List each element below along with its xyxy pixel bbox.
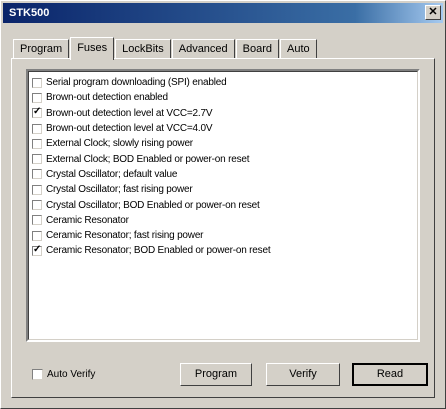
- close-button[interactable]: ✕: [425, 5, 441, 20]
- fuse-option[interactable]: Brown-out detection level at VCC=4.0V: [32, 121, 417, 136]
- fuse-option[interactable]: Crystal Oscillator; fast rising power: [32, 182, 417, 197]
- fuse-label: Crystal Oscillator; fast rising power: [46, 184, 193, 196]
- fuse-label: Brown-out detection level at VCC=2.7V: [46, 107, 213, 119]
- auto-verify-checkbox[interactable]: Auto Verify: [32, 369, 95, 380]
- fuse-option[interactable]: Brown-out detection enabled: [32, 90, 417, 105]
- fuse-option[interactable]: Crystal Oscillator; BOD Enabled or power…: [32, 197, 417, 212]
- fuse-option[interactable]: Crystal Oscillator; default value: [32, 167, 417, 182]
- auto-verify-label: Auto Verify: [47, 369, 96, 380]
- tab-lockbits[interactable]: LockBits: [115, 39, 171, 59]
- fuse-checkbox[interactable]: [32, 77, 42, 88]
- fuse-list-content: Serial program downloading (SPI) enabled…: [28, 71, 418, 340]
- verify-button[interactable]: Verify: [266, 363, 340, 386]
- fuse-label: Ceramic Resonator: [46, 214, 129, 226]
- fuse-label: External Clock; slowly rising power: [46, 138, 193, 150]
- tab-auto[interactable]: Auto: [280, 39, 317, 59]
- fuse-option[interactable]: External Clock; slowly rising power: [32, 136, 417, 151]
- fuse-list[interactable]: Serial program downloading (SPI) enabled…: [26, 69, 420, 342]
- window-title: STK500: [9, 7, 50, 19]
- program-button[interactable]: Program: [180, 363, 252, 386]
- stk500-window: STK500 ✕ Program Fuses LockBits Advanced Boa…: [0, 0, 446, 409]
- fuse-label: Brown-out detection level at VCC=4.0V: [46, 123, 213, 135]
- fuse-checkbox[interactable]: [32, 154, 42, 165]
- close-icon: ✕: [428, 6, 438, 18]
- fuse-option[interactable]: Ceramic Resonator; fast rising power: [32, 228, 417, 243]
- fuse-option[interactable]: Ceramic Resonator; BOD Enabled or power-…: [32, 243, 417, 258]
- fuse-checkbox[interactable]: [32, 106, 42, 119]
- tab-fuses[interactable]: Fuses: [70, 37, 115, 60]
- tab-strip: Program Fuses LockBits Advanced Board Auto: [13, 37, 318, 60]
- tab-advanced[interactable]: Advanced: [171, 39, 235, 59]
- title-bar: STK500 ✕: [3, 3, 443, 23]
- fuse-option[interactable]: Serial program downloading (SPI) enabled: [32, 75, 417, 90]
- fuse-label: Brown-out detection enabled: [46, 92, 168, 104]
- fuse-checkbox[interactable]: [32, 200, 42, 211]
- fuse-checkbox[interactable]: [32, 92, 42, 103]
- fuse-option[interactable]: Ceramic Resonator: [32, 213, 417, 228]
- fuses-panel: Serial program downloading (SPI) enabled…: [11, 58, 435, 398]
- fuse-label: Ceramic Resonator; BOD Enabled or power-…: [46, 245, 271, 257]
- fuse-label: Serial program downloading (SPI) enabled: [46, 77, 227, 89]
- button-bar: Auto Verify Program Verify Read: [12, 359, 436, 389]
- fuse-checkbox[interactable]: [32, 215, 42, 226]
- fuse-checkbox[interactable]: [32, 123, 42, 134]
- fuse-label: Ceramic Resonator; fast rising power: [46, 230, 204, 242]
- auto-verify-box[interactable]: [32, 369, 43, 380]
- fuse-checkbox[interactable]: [32, 184, 42, 195]
- tab-board[interactable]: Board: [235, 39, 280, 59]
- fuse-option[interactable]: Brown-out detection level at VCC=2.7V: [32, 106, 417, 121]
- tab-program[interactable]: Program: [13, 39, 70, 59]
- fuse-checkbox[interactable]: [32, 244, 42, 256]
- fuse-label: Crystal Oscillator; default value: [46, 168, 178, 180]
- fuse-option[interactable]: External Clock; BOD Enabled or power-on …: [32, 151, 417, 166]
- fuse-label: Crystal Oscillator; BOD Enabled or power…: [46, 199, 260, 211]
- fuse-checkbox[interactable]: [32, 169, 42, 180]
- fuse-label: External Clock; BOD Enabled or power-on …: [46, 153, 250, 165]
- fuse-checkbox[interactable]: [32, 230, 42, 241]
- read-button[interactable]: Read: [352, 363, 428, 386]
- fuse-checkbox[interactable]: [32, 138, 42, 149]
